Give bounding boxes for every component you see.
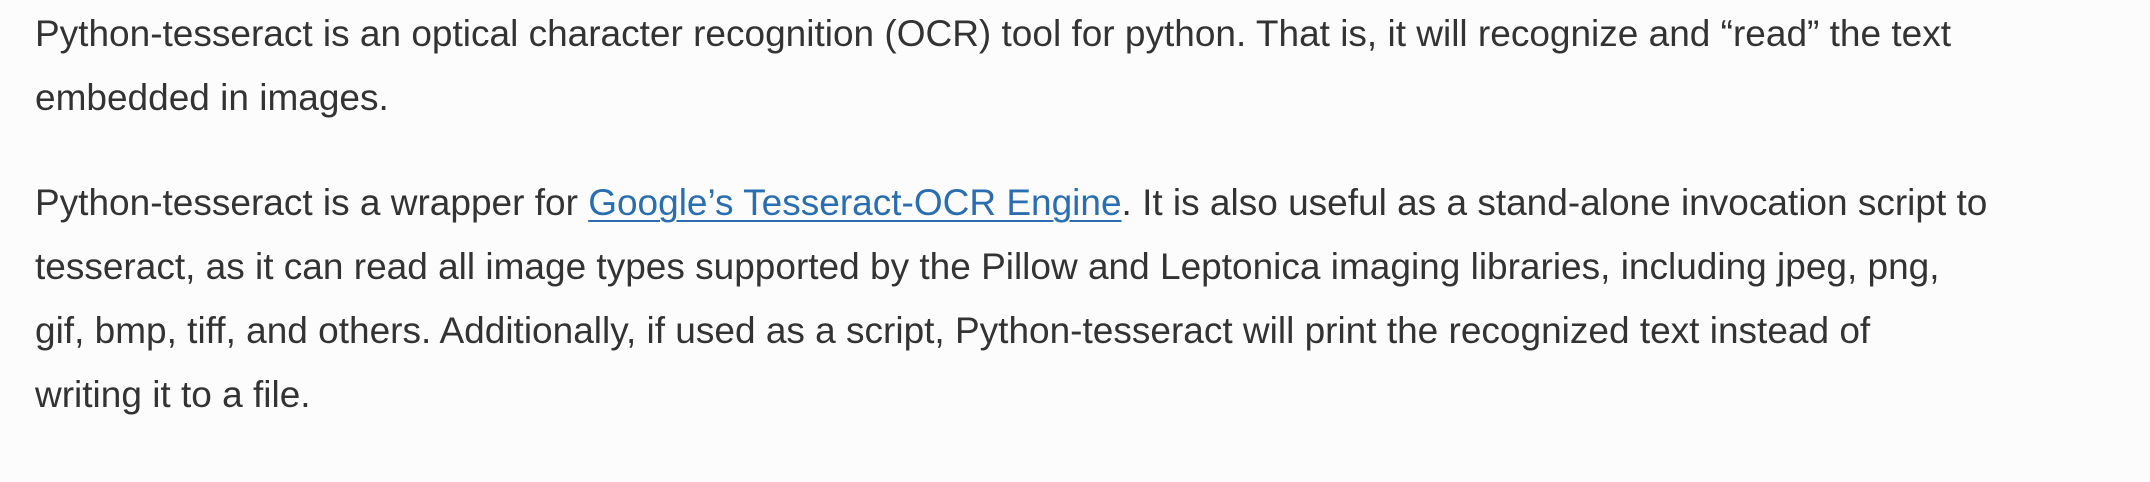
paragraph-intro: Python-tesseract is an optical character… bbox=[35, 2, 2135, 130]
paragraph-line: gif, bmp, tiff, and others. Additionally… bbox=[35, 310, 1871, 351]
paragraph-line: embedded in images. bbox=[35, 77, 389, 118]
text-before-link: Python-tesseract is a wrapper for bbox=[35, 182, 589, 223]
paragraph-wrapper-description: Python-tesseract is a wrapper for Google… bbox=[35, 171, 2135, 427]
paragraph-line: Python-tesseract is an optical character… bbox=[35, 13, 1951, 54]
tesseract-engine-link[interactable]: Google’s Tesseract-OCR Engine bbox=[588, 182, 1121, 223]
paragraph-line: writing it to a file. bbox=[35, 374, 311, 415]
paragraph-line-with-link: Python-tesseract is a wrapper for Google… bbox=[35, 171, 2135, 235]
text-after-link: . It is also useful as a stand-alone inv… bbox=[1121, 182, 1988, 223]
paragraph-line: tesseract, as it can read all image type… bbox=[35, 246, 1940, 287]
